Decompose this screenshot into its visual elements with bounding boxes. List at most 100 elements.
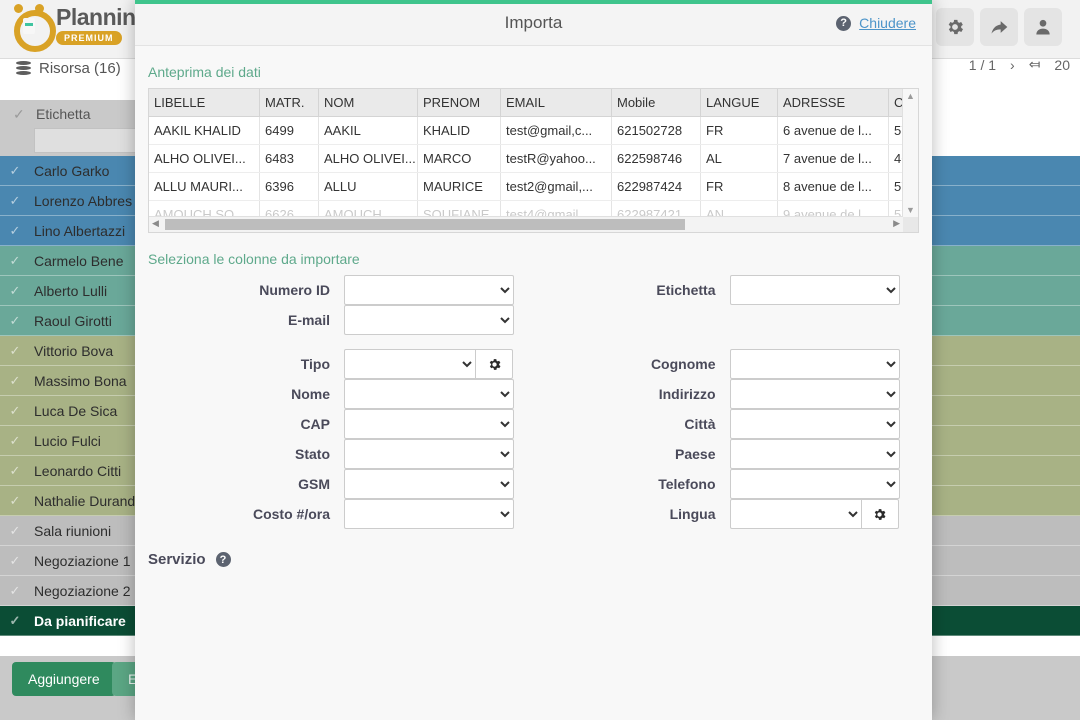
table-column-header[interactable]: NOM [319,89,418,117]
table-vertical-scrollbar[interactable]: ▲ ▼ [902,89,918,217]
field-select[interactable] [344,409,514,439]
row-check-icon[interactable]: ✓ [0,613,30,629]
form-field: Paese [534,439,920,469]
gear-icon[interactable] [936,8,974,46]
help-icon[interactable]: ? [836,16,851,31]
table-column-header[interactable]: LIBELLE [149,89,260,117]
field-select[interactable] [344,499,514,529]
preview-section-title: Anteprima dei dati [148,64,932,80]
table-column-header[interactable]: ADRESSE [778,89,889,117]
row-check-icon[interactable]: ✓ [0,253,30,269]
field-select[interactable] [344,469,514,499]
resource-row-label: Carmelo Bene [30,253,124,269]
table-cell: 6396 [260,173,319,201]
row-check-icon[interactable]: ✓ [0,283,30,299]
field-select[interactable] [344,275,514,305]
brand-badge: PREMIUM [56,31,122,45]
modal-title: Importa [135,13,932,33]
user-icon[interactable] [1024,8,1062,46]
gear-icon[interactable] [476,349,513,379]
field-select[interactable] [730,275,900,305]
form-field: Indirizzo [534,379,920,409]
row-check-icon[interactable]: ✓ [0,313,30,329]
table-cell: ALHO OLIVEI... [319,145,418,173]
table-column-header[interactable]: MATR. [260,89,319,117]
form-row: E-mail [148,305,919,335]
table-row[interactable]: ALLU MAURI...6396ALLUMAURICEtest2@gmail,… [149,173,903,201]
table-cell: testR@yahoo... [501,145,612,173]
share-icon[interactable] [980,8,1018,46]
field-select[interactable] [730,409,900,439]
table-row[interactable]: AMOUCH SO...6626AMOUCHSOUFIANEtest4@gmai… [149,201,903,218]
table-column-header[interactable]: PRENOM [418,89,501,117]
scroll-down-icon[interactable]: ▼ [903,205,918,215]
help-icon[interactable]: ? [216,552,231,567]
table-column-header[interactable]: EMAIL [501,89,612,117]
scrollbar-corner [903,217,918,232]
table-cell: FR [701,117,778,145]
table-row[interactable]: ALHO OLIVEI...6483ALHO OLIVEI...MARCOtes… [149,145,903,173]
row-check-icon[interactable]: ✓ [0,373,30,389]
planning-logo-icon [10,4,50,46]
field-label: E-mail [148,312,344,328]
field-label: Cognome [534,356,730,372]
row-check-icon[interactable]: ✓ [0,523,30,539]
row-check-icon[interactable]: ✓ [0,493,30,509]
row-check-icon[interactable]: ✓ [0,403,30,419]
data-preview-table: LIBELLEMATR.NOMPRENOMEMAILMobileLANGUEAD… [149,89,903,217]
table-column-header[interactable]: LANGUE [701,89,778,117]
next-page-button[interactable]: › [1010,57,1015,73]
row-check-icon[interactable]: ✓ [0,463,30,479]
field-select[interactable] [730,379,900,409]
scroll-up-icon[interactable]: ▲ [903,91,918,101]
table-cell: 6626 [260,201,319,218]
resource-row-label: Lorenzo Abbres [30,193,132,209]
add-button[interactable]: Aggiungere [12,662,116,696]
row-check-icon[interactable]: ✓ [0,343,30,359]
row-check-icon[interactable]: ✓ [0,433,30,449]
field-select[interactable] [730,469,900,499]
table-cell: 6 avenue de l... [778,117,889,145]
field-select[interactable] [344,379,514,409]
form-field: Costo #/ora [148,499,534,529]
horizontal-scroll-thumb[interactable] [165,219,685,230]
resource-row-label: Massimo Bona [30,373,127,389]
row-check-icon[interactable]: ✓ [0,583,30,599]
scroll-left-icon[interactable]: ◀ [152,218,159,229]
table-column-header[interactable]: Mobile [612,89,701,117]
field-label: Numero ID [148,282,344,298]
gear-icon[interactable] [862,499,899,529]
field-select[interactable] [344,439,514,469]
row-check-icon[interactable]: ✓ [0,223,30,239]
servizio-section: Servizio ? [148,551,932,568]
table-cell: 622987424 [612,173,701,201]
select-all-check-icon[interactable]: ✓ [13,106,25,123]
field-select[interactable] [730,349,900,379]
field-select[interactable] [344,305,514,335]
scroll-right-icon[interactable]: ▶ [893,218,900,229]
row-check-icon[interactable]: ✓ [0,193,30,209]
close-link[interactable]: Chiudere [859,15,916,31]
table-row[interactable]: AAKIL KHALID6499AAKILKHALIDtest@gmail,c.… [149,117,903,145]
database-icon [16,61,31,77]
table-cell: test@gmail,c... [501,117,612,145]
form-row: StatoPaese [148,439,919,469]
row-check-icon[interactable]: ✓ [0,553,30,569]
table-cell: MAURICE [418,173,501,201]
table-cell: 6499 [260,117,319,145]
modal-header: Importa ? Chiudere [135,4,932,46]
form-row: Numero IDEtichetta [148,275,919,305]
table-horizontal-scrollbar[interactable]: ◀ ▶ [149,216,903,232]
resource-selector[interactable]: Risorsa (16) [16,60,121,77]
table-column-header[interactable]: CP [889,89,904,117]
table-cell: ALLU [319,173,418,201]
last-page-button[interactable]: ⤆ [1029,56,1041,73]
form-field: Città [534,409,920,439]
field-label: Nome [148,386,344,402]
row-check-icon[interactable]: ✓ [0,163,30,179]
field-select[interactable] [344,349,476,379]
resource-row-label: Lino Albertazzi [30,223,125,239]
per-page-value[interactable]: 20 [1054,57,1070,73]
field-select[interactable] [730,439,900,469]
field-select[interactable] [730,499,862,529]
